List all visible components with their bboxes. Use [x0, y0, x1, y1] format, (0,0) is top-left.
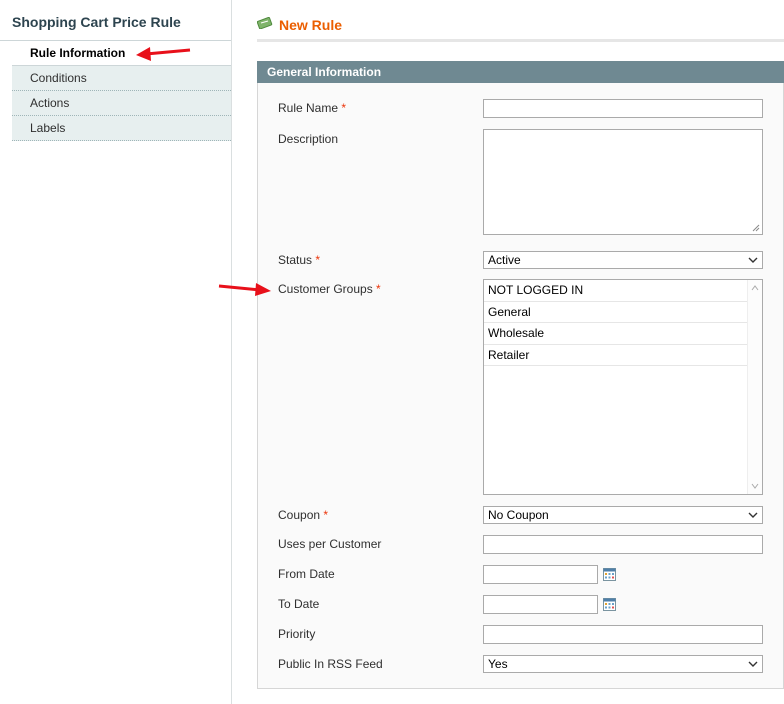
- tab-list: Rule Information Conditions Actions Labe…: [12, 41, 231, 141]
- status-label: Status *: [278, 253, 321, 267]
- chevron-down-icon: [748, 661, 758, 667]
- description-label: Description: [278, 132, 339, 146]
- to-date-label: To Date: [278, 597, 320, 611]
- rule-name-label: Rule Name *: [278, 101, 347, 115]
- section-header: General Information: [257, 61, 784, 83]
- page-header: New Rule: [257, 14, 784, 42]
- coupon-value: No Coupon: [488, 508, 549, 522]
- calendar-icon[interactable]: [603, 598, 616, 611]
- chevron-down-icon: [748, 512, 758, 518]
- annotation-arrow-icon: [136, 47, 191, 61]
- coupon-label: Coupon *: [278, 508, 329, 522]
- uses-per-customer-label: Uses per Customer: [278, 537, 382, 551]
- customer-groups-multiselect[interactable]: NOT LOGGED IN General Wholesale Retailer: [483, 279, 763, 495]
- rss-feed-label: Public In RSS Feed: [278, 657, 383, 671]
- scroll-down-icon[interactable]: [751, 483, 759, 489]
- required-mark: *: [341, 101, 347, 115]
- rule-icon: [257, 17, 273, 29]
- to-date-input[interactable]: [483, 595, 598, 614]
- description-textarea[interactable]: [483, 129, 763, 235]
- customer-group-option[interactable]: NOT LOGGED IN: [484, 280, 747, 302]
- annotation-arrow-icon: [218, 283, 271, 296]
- scroll-up-icon[interactable]: [751, 285, 759, 291]
- rss-feed-select[interactable]: Yes: [483, 655, 763, 673]
- uses-per-customer-input[interactable]: [483, 535, 763, 554]
- page-title: New Rule: [279, 17, 343, 33]
- resize-grip-icon[interactable]: [752, 224, 760, 232]
- required-mark: *: [315, 253, 321, 267]
- from-date-label: From Date: [278, 567, 335, 581]
- customer-groups-label: Customer Groups *: [278, 282, 381, 296]
- from-date-input[interactable]: [483, 565, 598, 584]
- status-value: Active: [488, 253, 521, 267]
- sidebar-title: Shopping Cart Price Rule: [12, 14, 181, 30]
- chevron-down-icon: [748, 257, 758, 263]
- priority-label: Priority: [278, 627, 316, 641]
- customer-group-option[interactable]: General: [484, 302, 747, 323]
- tab-rule-information[interactable]: Rule Information: [12, 41, 231, 66]
- scrollbar[interactable]: [747, 280, 762, 494]
- calendar-icon[interactable]: [603, 568, 616, 581]
- status-select[interactable]: Active: [483, 251, 763, 269]
- coupon-select[interactable]: No Coupon: [483, 506, 763, 524]
- rule-name-input[interactable]: [483, 99, 763, 118]
- customer-group-option[interactable]: Retailer: [484, 345, 747, 366]
- tab-conditions[interactable]: Conditions: [12, 66, 231, 91]
- rss-feed-value: Yes: [488, 657, 508, 671]
- tab-actions[interactable]: Actions: [12, 91, 231, 116]
- tab-labels[interactable]: Labels: [12, 116, 231, 141]
- required-mark: *: [376, 282, 381, 296]
- sidebar: Shopping Cart Price Rule Rule Informatio…: [0, 0, 232, 704]
- priority-input[interactable]: [483, 625, 763, 644]
- required-mark: *: [323, 508, 329, 522]
- customer-group-option[interactable]: Wholesale: [484, 323, 747, 345]
